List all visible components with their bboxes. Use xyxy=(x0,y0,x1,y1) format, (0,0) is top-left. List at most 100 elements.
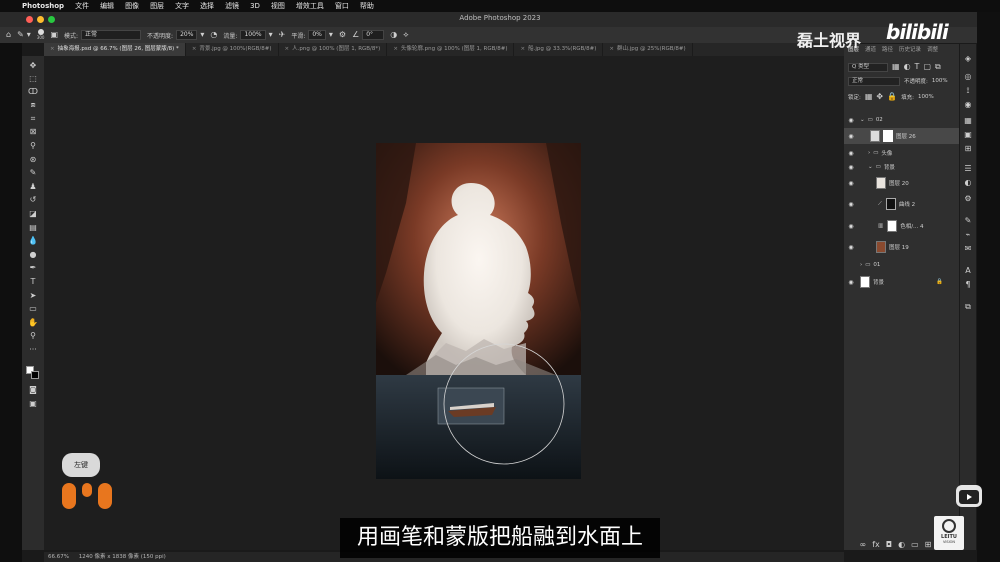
menu-item[interactable]: 帮助 xyxy=(360,1,374,11)
menu-item[interactable]: 图层 xyxy=(150,1,164,11)
layer-row[interactable]: › ▭ 01 xyxy=(844,257,959,273)
path-select-tool-icon[interactable]: ➤ xyxy=(25,290,41,302)
eraser-tool-icon[interactable]: ◪ xyxy=(25,208,41,220)
tab-document[interactable]: × 背景.jpg @ 100%(RGB/8#) xyxy=(186,43,279,56)
tab-document[interactable]: × 船.jpg @ 33.3%(RGB/8#) xyxy=(514,43,604,56)
properties-dock-icon[interactable]: ◐ xyxy=(963,178,973,188)
dodge-tool-icon[interactable]: ● xyxy=(25,249,41,261)
glyphs-dock-icon[interactable]: ⧉ xyxy=(963,302,973,312)
menu-app[interactable]: Photoshop xyxy=(22,2,64,10)
character-dock-icon[interactable]: A xyxy=(963,266,973,276)
gradients-dock-icon[interactable]: ▣ xyxy=(963,130,973,140)
fx-icon[interactable]: fx xyxy=(872,541,880,549)
menu-item[interactable]: 编辑 xyxy=(100,1,114,11)
healing-tool-icon[interactable]: ⊛ xyxy=(25,154,41,166)
menu-item[interactable]: 选择 xyxy=(200,1,214,11)
close-icon[interactable]: × xyxy=(520,46,525,52)
opacity-field[interactable]: 20% xyxy=(176,30,198,40)
gradient-tool-icon[interactable]: ▤ xyxy=(25,222,41,234)
mode-select[interactable]: 正常 xyxy=(81,30,142,40)
filter-shape-icon[interactable]: ▢ xyxy=(923,63,931,71)
lock-all-icon[interactable]: 🔒 xyxy=(887,93,897,101)
menu-item[interactable]: 视图 xyxy=(271,1,285,11)
paragraph-dock-icon[interactable]: ¶ xyxy=(963,280,973,290)
pressure-opacity-icon[interactable]: ◔ xyxy=(210,31,217,39)
close-icon[interactable]: × xyxy=(609,46,614,52)
close-icon[interactable]: × xyxy=(393,46,398,52)
more-tools-icon[interactable]: ··· xyxy=(25,344,41,356)
libraries-dock-icon[interactable]: ⚙ xyxy=(963,194,973,204)
tab-channels[interactable]: 通道 xyxy=(865,44,876,57)
layer-row[interactable]: ◉ 背景 🔒 xyxy=(844,274,959,290)
layer-row[interactable]: ◉ 图层 19 xyxy=(844,239,959,255)
stamp-tool-icon[interactable]: ♟ xyxy=(25,181,41,193)
chevron-down-icon[interactable]: ⌄ xyxy=(860,117,865,123)
eye-icon[interactable]: ◉ xyxy=(844,279,858,286)
chevron-down-icon[interactable]: ▾ xyxy=(269,31,273,39)
menu-item[interactable]: 文字 xyxy=(175,1,189,11)
home-icon[interactable]: ⌂ xyxy=(6,31,11,39)
screen-mode-icon[interactable]: ▣ xyxy=(25,398,41,410)
pressure-size-icon[interactable]: ◑ xyxy=(390,31,397,39)
filter-adjustment-icon[interactable]: ◐ xyxy=(904,63,911,71)
background-color-swatch[interactable] xyxy=(31,371,39,379)
type-tool-icon[interactable]: T xyxy=(25,276,41,288)
lasso-tool-icon[interactable]: ↀ xyxy=(25,86,41,98)
layer-row[interactable]: ◉ ▥ 色相/... 4 xyxy=(844,218,959,234)
lock-position-icon[interactable]: ✥ xyxy=(876,93,883,101)
lock-pixels-icon[interactable]: ▦ xyxy=(865,93,873,101)
hand-tool-icon[interactable]: ✋ xyxy=(25,317,41,329)
tab-document[interactable]: × 抽象海报.psd @ 66.7% (图层 26, 图层蒙版/8) * xyxy=(44,43,186,56)
adjustments-dock-icon[interactable]: ☰ xyxy=(963,164,973,174)
adjustment-layer-icon[interactable]: ◐ xyxy=(898,541,905,549)
frame-tool-icon[interactable]: ⊠ xyxy=(25,126,41,138)
blend-mode-select[interactable]: 正常 xyxy=(848,76,900,86)
brush-tool-icon[interactable]: ✎ xyxy=(17,31,24,39)
tab-adjustments[interactable]: 调整 xyxy=(927,44,938,57)
chevron-down-icon[interactable]: ▾ xyxy=(200,31,204,39)
angle-field[interactable]: 0° xyxy=(362,30,385,40)
eye-icon[interactable]: ◉ xyxy=(844,150,858,157)
brushes-dock-icon[interactable]: ✎ xyxy=(963,216,973,226)
patterns-dock-icon[interactable]: ⊞ xyxy=(963,144,973,154)
flow-field[interactable]: 100% xyxy=(240,30,266,40)
history-dock-icon[interactable]: ⌁ xyxy=(963,230,973,240)
layer-filter-select[interactable]: Q 类型 xyxy=(848,62,888,72)
new-group-icon[interactable]: ▭ xyxy=(911,541,919,549)
zoom-readout[interactable]: 66.67% xyxy=(48,554,69,560)
layer-mask-thumbnail[interactable] xyxy=(885,198,896,210)
gear-icon[interactable]: ⚙ xyxy=(339,31,346,39)
tab-document[interactable]: × 群山.jpg @ 25%(RGB/8#) xyxy=(603,43,693,56)
zoom-tool-icon[interactable]: ⚲ xyxy=(25,330,41,342)
menu-item[interactable]: 文件 xyxy=(75,1,89,11)
close-icon[interactable]: × xyxy=(50,46,55,52)
layer-row-selected[interactable]: ◉ 图层 26 xyxy=(844,128,959,144)
tab-document[interactable]: × 人.png @ 100% (图层 1, RGB/8*) xyxy=(279,43,388,56)
chevron-right-icon[interactable]: › xyxy=(860,262,862,268)
symmetry-icon[interactable]: ⟡ xyxy=(403,31,408,39)
eye-icon[interactable]: ◉ xyxy=(844,164,858,171)
chevron-down-icon[interactable]: ▾ xyxy=(27,31,31,39)
eye-icon[interactable]: ◉ xyxy=(844,201,858,208)
link-layers-icon[interactable]: ∞ xyxy=(860,541,867,549)
airbrush-icon[interactable]: ✈ xyxy=(279,31,286,39)
chevron-down-icon[interactable]: ⌄ xyxy=(868,164,873,170)
layer-mask-thumbnail[interactable] xyxy=(883,130,893,142)
eye-icon[interactable]: ◉ xyxy=(844,133,858,140)
pen-tool-icon[interactable]: ✒ xyxy=(25,262,41,274)
chevron-down-icon[interactable]: ▾ xyxy=(329,31,333,39)
menu-item[interactable]: 3D xyxy=(250,2,260,10)
blur-tool-icon[interactable]: 💧 xyxy=(25,235,41,247)
paths-dock-icon[interactable]: ⟟ xyxy=(963,86,973,96)
eye-icon[interactable]: ◉ xyxy=(844,180,858,187)
eye-icon[interactable]: ◉ xyxy=(844,117,858,124)
new-layer-icon[interactable]: ⊞ xyxy=(925,541,932,549)
menu-item[interactable]: 滤镜 xyxy=(225,1,239,11)
chevron-right-icon[interactable]: › xyxy=(868,150,870,156)
layer-row[interactable]: ◉ ⟋ 曲线 2 xyxy=(844,196,959,212)
eyedropper-tool-icon[interactable]: ⚲ xyxy=(25,140,41,152)
rectangle-tool-icon[interactable]: ▭ xyxy=(25,303,41,315)
layers-dock-icon[interactable]: ◈ xyxy=(963,54,973,64)
layer-mask-thumbnail[interactable] xyxy=(887,220,898,232)
color-dock-icon[interactable]: ◉ xyxy=(963,100,973,110)
